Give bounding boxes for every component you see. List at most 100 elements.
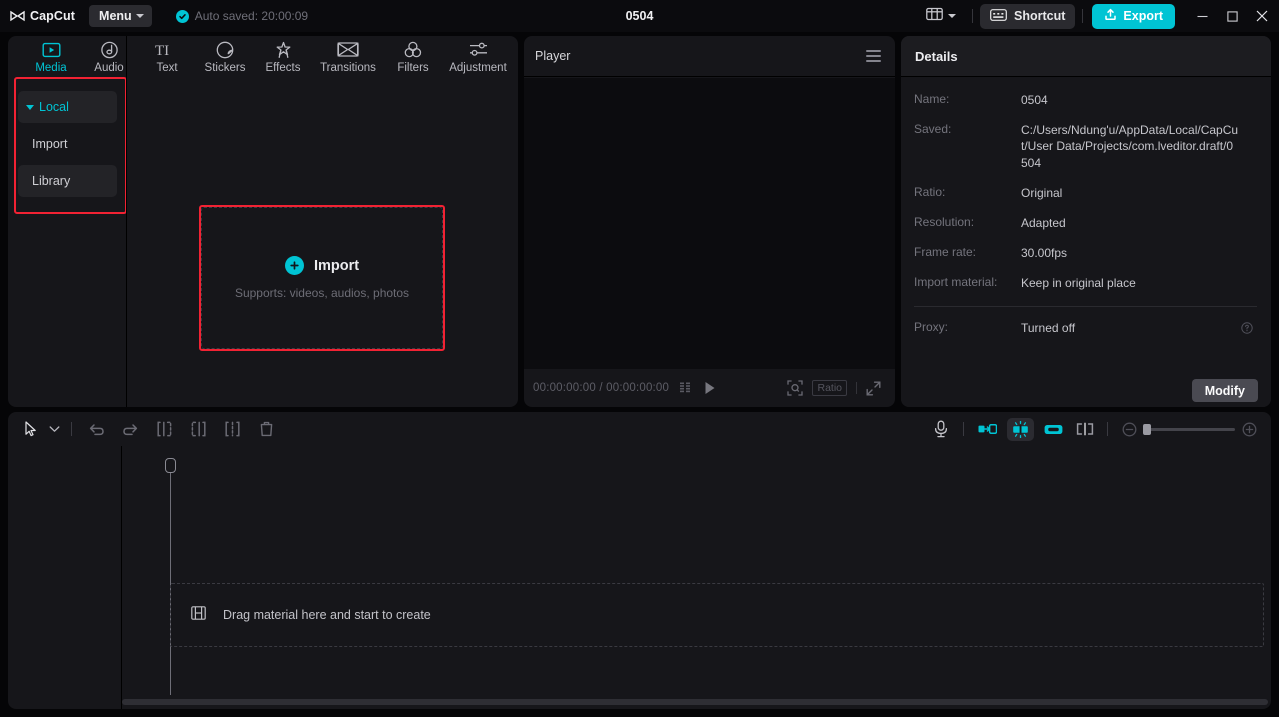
details-title: Details xyxy=(915,48,958,64)
undo-button[interactable] xyxy=(79,416,113,442)
cursor-tool[interactable] xyxy=(18,416,44,442)
divider xyxy=(856,382,857,394)
timeline-horizontal-scrollbar[interactable] xyxy=(122,699,1268,705)
text-icon: TI xyxy=(155,40,179,59)
fit-to-screen-icon[interactable] xyxy=(787,380,804,396)
timeline-panel: Drag material here and start to create xyxy=(8,412,1271,709)
player-controls: 00:00:00:00 / 00:00:00:00 Ratio xyxy=(524,369,895,407)
ratio-badge[interactable]: Ratio xyxy=(812,380,847,396)
shortcut-button[interactable]: Shortcut xyxy=(980,3,1076,29)
stickers-icon xyxy=(216,40,234,59)
player-total-time: 00:00:00:00 xyxy=(606,382,670,394)
app-logo-text: CapCut xyxy=(30,9,76,23)
plus-icon xyxy=(284,256,304,275)
divider xyxy=(71,422,72,436)
details-body: Name: 0504 Saved: C:/Users/Ndung'u/AppDa… xyxy=(901,78,1271,374)
details-value: 30.00fps xyxy=(1021,246,1068,261)
tab-text[interactable]: TI Text xyxy=(138,36,196,75)
check-icon xyxy=(175,9,189,23)
tab-adjustment-label: Adjustment xyxy=(449,62,507,74)
sidebar-item-local-label: Local xyxy=(39,100,69,114)
title-bar: CapCut Menu Auto saved: 20:00:09 0504 Sh… xyxy=(0,0,1279,32)
adjacent-split-button[interactable] xyxy=(1070,416,1100,442)
audio-icon xyxy=(100,40,119,59)
minimize-button[interactable] xyxy=(1187,0,1217,32)
chevron-down-icon xyxy=(26,104,34,110)
tab-effects[interactable]: Effects xyxy=(254,36,312,74)
layout-button[interactable] xyxy=(917,3,965,29)
details-label: Proxy: xyxy=(914,319,949,334)
player-timecode: 00:00:00:00 / 00:00:00:00 xyxy=(533,382,669,394)
film-strip-icon xyxy=(191,605,206,625)
tab-audio[interactable]: Audio xyxy=(80,36,138,74)
import-dropzone-subtitle: Supports: videos, audios, photos xyxy=(234,286,410,300)
timeline-zoom-slider[interactable] xyxy=(1143,423,1235,435)
tab-filters[interactable]: Filters xyxy=(384,36,442,74)
details-value: 0504 xyxy=(1021,93,1048,107)
app-logo: CapCut xyxy=(10,9,75,23)
mirror-button[interactable] xyxy=(974,418,1001,441)
sidebar-item-library[interactable]: Library xyxy=(18,165,117,197)
tab-effects-label: Effects xyxy=(265,62,301,74)
timeline-track-area[interactable]: Drag material here and start to create xyxy=(122,446,1271,709)
capcut-logo-icon xyxy=(10,10,25,23)
cursor-dropdown[interactable] xyxy=(44,416,64,442)
details-label: Resolution: xyxy=(914,215,975,230)
timeline-body: Drag material here and start to create xyxy=(8,446,1271,709)
sidebar-item-local[interactable]: Local xyxy=(18,91,117,123)
timeline-zoom-handle[interactable] xyxy=(1143,423,1151,435)
playhead-handle[interactable] xyxy=(165,458,176,473)
snap-button[interactable] xyxy=(1007,417,1034,441)
zoom-out-button[interactable] xyxy=(1121,416,1137,442)
details-footer: Modify xyxy=(901,374,1271,407)
tab-text-label: Text xyxy=(156,62,178,74)
divider xyxy=(1107,422,1108,436)
tab-adjustment[interactable]: Adjustment xyxy=(442,36,514,74)
zoom-in-button[interactable] xyxy=(1241,416,1257,442)
player-time-separator: / xyxy=(599,382,603,394)
modify-button-label: Modify xyxy=(1204,383,1245,398)
fullscreen-icon[interactable] xyxy=(866,381,881,396)
player-stage[interactable] xyxy=(524,78,895,369)
divider xyxy=(963,422,964,436)
timeline-track-headers xyxy=(8,446,122,709)
divider xyxy=(972,9,974,23)
window-controls xyxy=(1187,0,1277,32)
split-both-button[interactable] xyxy=(215,416,249,442)
svg-text:TI: TI xyxy=(155,43,169,58)
sidebar-item-import[interactable]: Import xyxy=(18,128,117,160)
play-icon[interactable] xyxy=(704,381,716,395)
nav-tab-bar: Media Audio TI Text Stickers Effects Tra… xyxy=(8,36,518,82)
split-left-button[interactable] xyxy=(147,416,181,442)
media-sidebar: Local Import Library xyxy=(8,36,127,407)
divider xyxy=(914,305,1257,307)
export-button[interactable]: Export xyxy=(1092,3,1175,29)
details-value: Adapted xyxy=(1021,216,1066,231)
timeline-dropzone[interactable]: Drag material here and start to create xyxy=(170,583,1264,647)
tab-media[interactable]: Media xyxy=(22,36,80,74)
chevron-down-icon xyxy=(135,14,144,18)
tab-transitions[interactable]: Transitions xyxy=(312,36,384,74)
hamburger-icon[interactable] xyxy=(866,50,881,62)
media-body: Local Import Library Import Supports: vi… xyxy=(8,36,518,407)
timeline-zoom-controls xyxy=(1121,416,1257,442)
split-right-button[interactable] xyxy=(181,416,215,442)
record-button[interactable] xyxy=(926,416,956,442)
media-content-area: Import Supports: videos, audios, photos xyxy=(127,82,518,407)
media-icon xyxy=(42,40,61,59)
close-button[interactable] xyxy=(1247,0,1277,32)
tab-audio-label: Audio xyxy=(94,62,124,74)
link-button[interactable] xyxy=(1040,418,1067,441)
details-panel: Details Name: 0504 Saved: C:/Users/Ndung… xyxy=(901,36,1271,407)
help-icon[interactable] xyxy=(1241,321,1253,339)
maximize-button[interactable] xyxy=(1217,0,1247,32)
import-dropzone[interactable]: Import Supports: videos, audios, photos xyxy=(201,207,443,349)
details-row-resolution: Resolution: Adapted xyxy=(914,215,1257,231)
timeline-ruler[interactable] xyxy=(122,446,1271,468)
tab-stickers[interactable]: Stickers xyxy=(196,36,254,74)
delete-button[interactable] xyxy=(249,416,283,442)
menu-button[interactable]: Menu xyxy=(89,5,152,27)
redo-button[interactable] xyxy=(113,416,147,442)
modify-button[interactable]: Modify xyxy=(1191,379,1258,402)
frame-back-icon[interactable] xyxy=(680,382,691,394)
